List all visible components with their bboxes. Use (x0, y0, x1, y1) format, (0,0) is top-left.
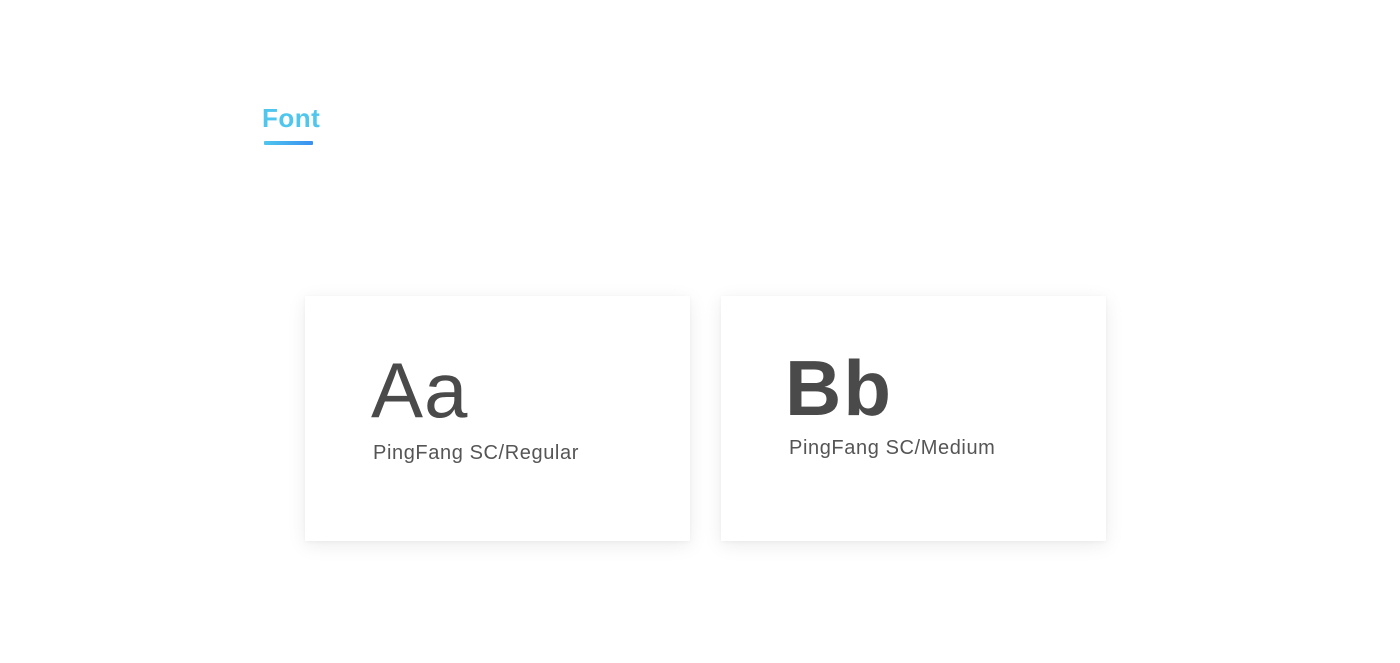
font-name-medium: PingFang SC/Medium (789, 437, 996, 459)
section-title: Font (262, 103, 321, 133)
title-underline (264, 141, 313, 145)
font-card-medium: Bb PingFang SC/Medium (721, 296, 1106, 541)
font-sample-medium: Bb (785, 344, 893, 432)
font-name-regular: PingFang SC/Regular (373, 442, 579, 464)
font-card-regular: Aa PingFang SC/Regular (305, 296, 690, 541)
font-sample-regular: Aa (371, 346, 469, 434)
font-spec-page: Font Aa PingFang SC/Regular Bb PingFang … (0, 0, 1400, 663)
